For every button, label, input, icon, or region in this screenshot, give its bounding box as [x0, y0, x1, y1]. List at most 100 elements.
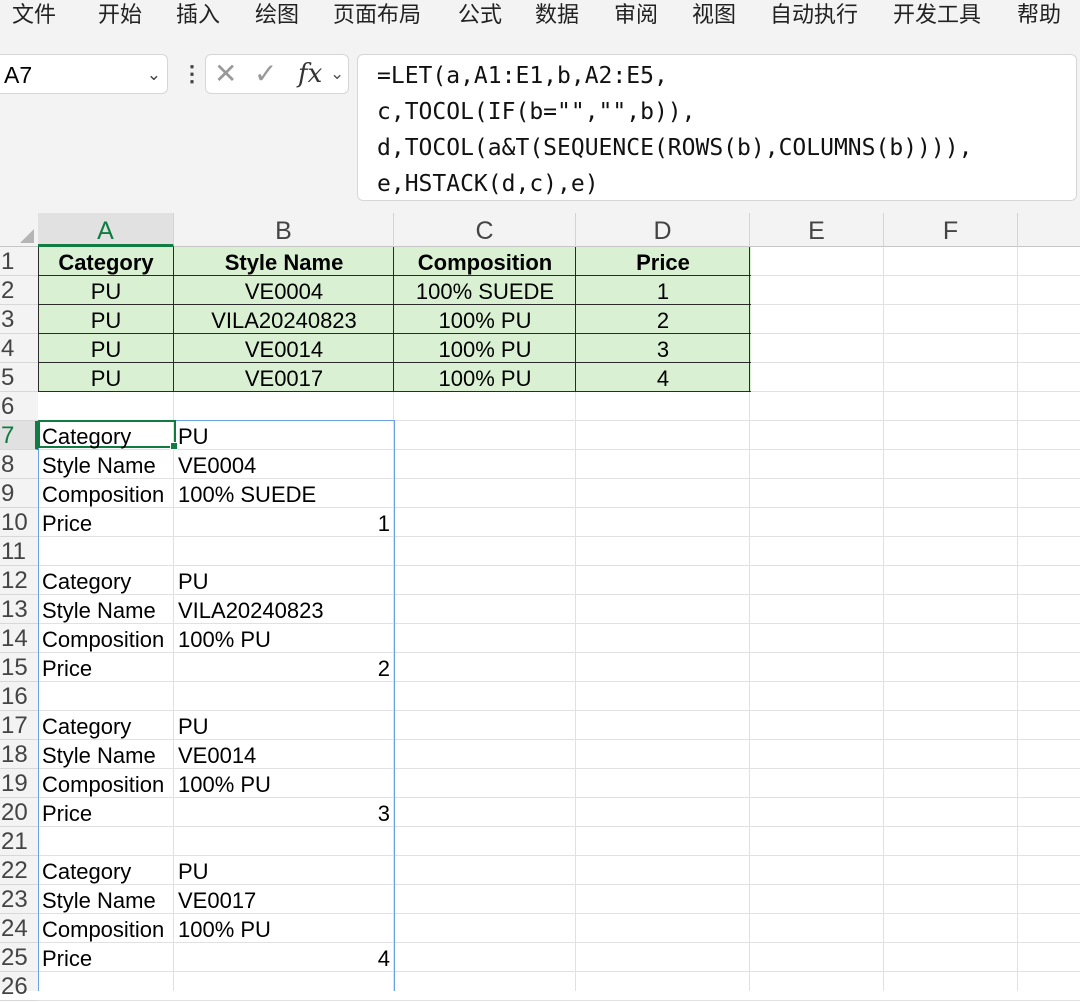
output-value-cell[interactable]: PU — [178, 421, 390, 450]
menu-tab[interactable]: 页面布局 — [333, 0, 421, 32]
output-value-cell[interactable]: 3 — [178, 798, 390, 827]
output-label-cell[interactable]: Composition — [42, 914, 170, 943]
output-value-cell[interactable]: VE0014 — [178, 740, 390, 769]
row-header-10[interactable]: 10 — [0, 508, 38, 537]
row-header-12[interactable]: 12 — [0, 566, 38, 595]
output-label-cell[interactable]: Category — [42, 566, 170, 595]
output-value-cell[interactable]: 2 — [178, 653, 390, 682]
output-label-cell[interactable]: Composition — [42, 479, 170, 508]
output-value-cell[interactable]: PU — [178, 711, 390, 740]
row-header-25[interactable]: 25 — [0, 943, 38, 972]
output-label-cell[interactable]: Category — [42, 711, 170, 740]
select-all-corner[interactable] — [0, 213, 38, 247]
output-label-cell[interactable]: Style Name — [42, 885, 170, 914]
table-cell[interactable]: 2 — [580, 305, 746, 334]
row-header-11[interactable]: 11 — [0, 537, 38, 566]
output-label-cell[interactable]: Category — [42, 421, 170, 450]
name-box[interactable]: A7 ⌄ — [0, 54, 168, 94]
table-cell[interactable]: 100% PU — [398, 334, 572, 363]
row-header-21[interactable]: 21 — [0, 827, 38, 856]
row-header-19[interactable]: 19 — [0, 769, 38, 798]
menu-tab[interactable]: 开始 — [98, 0, 142, 32]
row-header-18[interactable]: 18 — [0, 740, 38, 769]
table-header-cell[interactable]: Price — [580, 247, 746, 276]
row-header-3[interactable]: 3 — [0, 305, 38, 334]
table-cell[interactable]: VE0004 — [178, 276, 390, 305]
menu-tab[interactable]: 自动执行 — [770, 0, 858, 32]
output-value-cell[interactable]: 100% PU — [178, 624, 390, 653]
table-cell[interactable]: PU — [42, 276, 170, 305]
output-value-cell[interactable]: PU — [178, 566, 390, 595]
column-header-a[interactable]: A — [38, 213, 174, 247]
output-label-cell[interactable]: Price — [42, 508, 170, 537]
column-header-b[interactable]: B — [174, 213, 394, 247]
cross-icon[interactable]: ✕ — [214, 55, 237, 93]
menu-tab[interactable]: 公式 — [458, 0, 502, 32]
row-header-16[interactable]: 16 — [0, 682, 38, 711]
table-cell[interactable]: PU — [42, 363, 170, 392]
menu-tab[interactable]: 开发工具 — [893, 0, 981, 32]
menu-tab[interactable]: 插入 — [176, 0, 220, 32]
fx-icon[interactable]: fx — [298, 55, 322, 93]
table-cell[interactable]: VE0014 — [178, 334, 390, 363]
row-header-20[interactable]: 20 — [0, 798, 38, 827]
output-label-cell[interactable]: Style Name — [42, 740, 170, 769]
output-label-cell[interactable]: Composition — [42, 624, 170, 653]
check-icon[interactable]: ✓ — [254, 55, 277, 93]
output-value-cell[interactable]: VE0004 — [178, 450, 390, 479]
row-header-22[interactable]: 22 — [0, 856, 38, 885]
column-header-c[interactable]: C — [394, 213, 576, 247]
table-cell[interactable]: 3 — [580, 334, 746, 363]
menu-tab[interactable]: 数据 — [535, 0, 579, 32]
table-cell[interactable]: 100% SUEDE — [398, 276, 572, 305]
row-header-15[interactable]: 15 — [0, 653, 38, 682]
output-value-cell[interactable]: 100% PU — [178, 769, 390, 798]
row-header-17[interactable]: 17 — [0, 711, 38, 740]
output-label-cell[interactable]: Composition — [42, 769, 170, 798]
table-cell[interactable]: VE0017 — [178, 363, 390, 392]
row-header-9[interactable]: 9 — [0, 479, 38, 508]
column-header-f[interactable]: F — [884, 213, 1018, 247]
table-cell[interactable]: 100% PU — [398, 363, 572, 392]
row-header-7[interactable]: 7 — [0, 421, 38, 450]
row-header-5[interactable]: 5 — [0, 363, 38, 392]
row-header-26[interactable]: 26 — [0, 972, 38, 1001]
table-cell[interactable]: PU — [42, 334, 170, 363]
menu-tab[interactable]: 文件 — [12, 0, 56, 32]
row-header-24[interactable]: 24 — [0, 914, 38, 943]
output-value-cell[interactable]: PU — [178, 856, 390, 885]
output-label-cell[interactable]: Price — [42, 798, 170, 827]
menu-tab[interactable]: 视图 — [692, 0, 736, 32]
table-cell[interactable]: VILA20240823 — [178, 305, 390, 334]
table-header-cell[interactable]: Style Name — [178, 247, 390, 276]
output-value-cell[interactable]: 100% SUEDE — [178, 479, 390, 508]
table-cell[interactable]: 100% PU — [398, 305, 572, 334]
chevron-down-icon[interactable]: ⌄ — [147, 55, 161, 95]
row-header-13[interactable]: 13 — [0, 595, 38, 624]
vertical-dots-icon[interactable]: ⋮ — [181, 54, 203, 94]
menu-tab[interactable]: 审阅 — [614, 0, 658, 32]
row-header-8[interactable]: 8 — [0, 450, 38, 479]
formula-input[interactable]: =LET(a,A1:E1,b,A2:E5, c,TOCOL(IF(b="",""… — [357, 54, 1077, 201]
table-header-cell[interactable]: Composition — [398, 247, 572, 276]
column-header-d[interactable]: D — [576, 213, 750, 247]
output-value-cell[interactable]: 100% PU — [178, 914, 390, 943]
row-header-6[interactable]: 6 — [0, 392, 38, 421]
output-value-cell[interactable]: 4 — [178, 943, 390, 972]
output-label-cell[interactable]: Style Name — [42, 595, 170, 624]
output-value-cell[interactable]: VILA20240823 — [178, 595, 390, 624]
fill-handle[interactable] — [170, 442, 178, 450]
output-label-cell[interactable]: Category — [42, 856, 170, 885]
menu-tab[interactable]: 绘图 — [255, 0, 299, 32]
row-header-23[interactable]: 23 — [0, 885, 38, 914]
cell-area[interactable]: Category Style Name Composition Price PU VE00… — [38, 247, 1080, 1001]
column-header-e[interactable]: E — [750, 213, 884, 247]
row-header-2[interactable]: 2 — [0, 276, 38, 305]
chevron-down-icon[interactable]: ⌄ — [330, 55, 344, 93]
menu-tab[interactable]: 帮助 — [1017, 0, 1061, 32]
output-label-cell[interactable]: Style Name — [42, 450, 170, 479]
table-header-cell[interactable]: Category — [42, 247, 170, 276]
table-cell[interactable]: 4 — [580, 363, 746, 392]
table-cell[interactable]: 1 — [580, 276, 746, 305]
row-header-14[interactable]: 14 — [0, 624, 38, 653]
